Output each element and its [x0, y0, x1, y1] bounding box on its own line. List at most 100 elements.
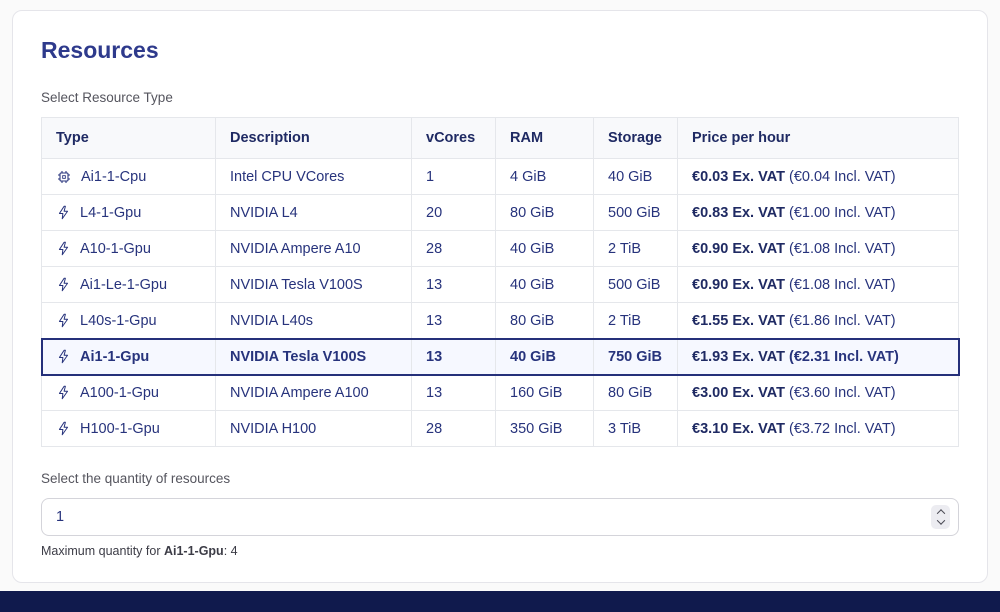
table-row[interactable]: Ai1-1-CpuIntel CPU VCores14 GiB40 GiB€0.…: [42, 159, 959, 195]
ram-cell: 160 GiB: [496, 375, 594, 411]
ram-cell: 40 GiB: [496, 231, 594, 267]
price-incl-vat: (€3.72 Incl. VAT): [789, 421, 896, 437]
storage-cell: 750 GiB: [594, 339, 678, 375]
max-quantity-resource: Ai1-1-Gpu: [164, 544, 224, 558]
vcores-cell: 13: [412, 339, 496, 375]
storage-cell: 40 GiB: [594, 159, 678, 195]
type-cell: Ai1-1-Gpu: [42, 339, 216, 375]
storage-cell: 2 TiB: [594, 231, 678, 267]
price-cell: €0.83 Ex. VAT (€1.00 Incl. VAT): [678, 195, 959, 231]
type-cell: A100-1-Gpu: [42, 375, 216, 411]
table-row[interactable]: A10-1-GpuNVIDIA Ampere A102840 GiB2 TiB€…: [42, 231, 959, 267]
description-cell: NVIDIA Ampere A100: [216, 375, 412, 411]
type-label: L4-1-Gpu: [80, 205, 141, 221]
footer-bar: [0, 591, 1000, 612]
resource-table-body: Ai1-1-CpuIntel CPU VCores14 GiB40 GiB€0.…: [42, 159, 959, 447]
quantity-input[interactable]: [41, 498, 959, 536]
price-ex-vat: €0.03 Ex. VAT: [692, 169, 789, 185]
price-incl-vat: (€1.00 Incl. VAT): [789, 205, 896, 221]
storage-cell: 3 TiB: [594, 411, 678, 447]
table-row[interactable]: H100-1-GpuNVIDIA H10028350 GiB3 TiB€3.10…: [42, 411, 959, 447]
type-cell: L4-1-Gpu: [42, 195, 216, 231]
header-ram: RAM: [496, 118, 594, 159]
ram-cell: 80 GiB: [496, 303, 594, 339]
description-cell: NVIDIA H100: [216, 411, 412, 447]
vcores-cell: 13: [412, 267, 496, 303]
table-row[interactable]: Ai1-Le-1-Gpu NVIDIA Tesla V100S1340 GiB50…: [42, 267, 959, 303]
table-row[interactable]: A100-1-Gpu NVIDIA Ampere A10013160 GiB80 …: [42, 375, 959, 411]
bolt-icon: [56, 277, 71, 292]
ram-cell: 4 GiB: [496, 159, 594, 195]
price-ex-vat: €0.90 Ex. VAT: [692, 241, 789, 257]
vcores-cell: 28: [412, 411, 496, 447]
type-label: Ai1-1-Cpu: [81, 169, 146, 185]
table-header-row: Type Description vCores RAM Storage Pric…: [42, 118, 959, 159]
vcores-cell: 1: [412, 159, 496, 195]
price-incl-vat: (€1.08 Incl. VAT): [789, 241, 896, 257]
price-ex-vat: €3.00 Ex. VAT: [692, 385, 789, 401]
description-cell: NVIDIA L4: [216, 195, 412, 231]
storage-cell: 2 TiB: [594, 303, 678, 339]
description-cell: NVIDIA Ampere A10: [216, 231, 412, 267]
vcores-cell: 20: [412, 195, 496, 231]
storage-cell: 500 GiB: [594, 195, 678, 231]
type-cell: Ai1-Le-1-Gpu: [42, 267, 216, 303]
price-incl-vat: (€1.08 Incl. VAT): [789, 277, 896, 293]
price-ex-vat: €0.83 Ex. VAT: [692, 205, 789, 221]
bolt-icon: [56, 349, 71, 364]
type-label: Ai1-1-Gpu: [80, 349, 149, 365]
vcores-cell: 13: [412, 375, 496, 411]
chevron-down-icon[interactable]: [936, 516, 944, 524]
description-cell: Intel CPU VCores: [216, 159, 412, 195]
price-cell: €0.90 Ex. VAT (€1.08 Incl. VAT): [678, 267, 959, 303]
bolt-icon: [56, 241, 71, 256]
description-cell: NVIDIA Tesla V100S: [216, 339, 412, 375]
type-cell: Ai1-1-Cpu: [42, 159, 216, 195]
header-storage: Storage: [594, 118, 678, 159]
table-row[interactable]: L4-1-GpuNVIDIA L42080 GiB500 GiB€0.83 Ex…: [42, 195, 959, 231]
price-ex-vat: €1.93 Ex. VAT: [692, 349, 789, 365]
type-label: L40s-1-Gpu: [80, 313, 157, 329]
description-cell: NVIDIA Tesla V100S: [216, 267, 412, 303]
price-cell: €1.93 Ex. VAT (€2.31 Incl. VAT): [678, 339, 959, 375]
type-label: Ai1-Le-1-Gpu: [80, 277, 167, 293]
price-cell: €3.10 Ex. VAT (€3.72 Incl. VAT): [678, 411, 959, 447]
price-incl-vat: (€2.31 Incl. VAT): [789, 349, 899, 365]
price-cell: €3.00 Ex. VAT (€3.60 Incl. VAT): [678, 375, 959, 411]
table-row[interactable]: L40s-1-GpuNVIDIA L40s1380 GiB2 TiB€1.55 …: [42, 303, 959, 339]
price-incl-vat: (€3.60 Incl. VAT): [789, 385, 896, 401]
price-ex-vat: €3.10 Ex. VAT: [692, 421, 789, 437]
price-ex-vat: €0.90 Ex. VAT: [692, 277, 789, 293]
resources-card: Resources Select Resource Type Type Desc…: [12, 10, 988, 583]
type-label: H100-1-Gpu: [80, 421, 160, 437]
type-cell: A10-1-Gpu: [42, 231, 216, 267]
type-label: A100-1-Gpu: [80, 385, 159, 401]
ram-cell: 350 GiB: [496, 411, 594, 447]
price-incl-vat: (€0.04 Incl. VAT): [789, 169, 896, 185]
vcores-cell: 13: [412, 303, 496, 339]
price-cell: €0.90 Ex. VAT (€1.08 Incl. VAT): [678, 231, 959, 267]
price-cell: €0.03 Ex. VAT (€0.04 Incl. VAT): [678, 159, 959, 195]
header-price: Price per hour: [678, 118, 959, 159]
type-label: A10-1-Gpu: [80, 241, 151, 257]
max-quantity-note: Maximum quantity for Ai1-1-Gpu: 4: [41, 544, 959, 558]
table-row[interactable]: Ai1-1-Gpu NVIDIA Tesla V100S1340 GiB750 G…: [42, 339, 959, 375]
ram-cell: 80 GiB: [496, 195, 594, 231]
ram-cell: 40 GiB: [496, 339, 594, 375]
price-incl-vat: (€1.86 Incl. VAT): [789, 313, 896, 329]
price-ex-vat: €1.55 Ex. VAT: [692, 313, 789, 329]
storage-cell: 500 GiB: [594, 267, 678, 303]
bolt-icon: [56, 205, 71, 220]
bolt-icon: [56, 313, 71, 328]
resource-table: Type Description vCores RAM Storage Pric…: [41, 117, 959, 447]
bolt-icon: [56, 421, 71, 436]
page-title: Resources: [41, 37, 959, 64]
quantity-stepper[interactable]: [931, 505, 950, 529]
type-cell: H100-1-Gpu: [42, 411, 216, 447]
header-description: Description: [216, 118, 412, 159]
header-vcores: vCores: [412, 118, 496, 159]
storage-cell: 80 GiB: [594, 375, 678, 411]
ram-cell: 40 GiB: [496, 267, 594, 303]
type-cell: L40s-1-Gpu: [42, 303, 216, 339]
vcores-cell: 28: [412, 231, 496, 267]
